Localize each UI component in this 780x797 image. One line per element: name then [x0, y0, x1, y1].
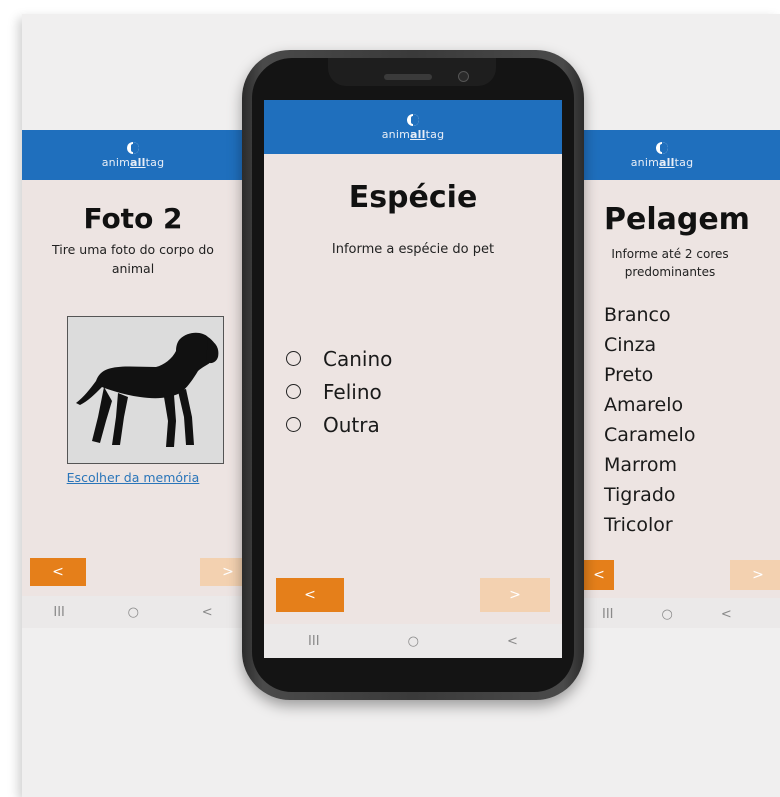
- page-subtitle: Informe até 2 cores predominantes: [611, 247, 729, 279]
- color-option[interactable]: Amarelo: [604, 390, 695, 420]
- screen-photo: animalltag Foto 2 Tire uma foto do corpo…: [22, 130, 244, 628]
- next-button[interactable]: >: [480, 578, 550, 612]
- phone-notch: [328, 58, 496, 86]
- logo-text: animalltag: [381, 127, 445, 141]
- color-option[interactable]: Preto: [604, 360, 695, 390]
- back-nav-icon[interactable]: <: [507, 634, 518, 649]
- page-title: Foto 2: [83, 202, 183, 235]
- page-subtitle: Tire uma foto do corpo do animal: [52, 242, 214, 276]
- page-title: Pelagem: [604, 202, 750, 237]
- option-label: Canino: [323, 346, 393, 371]
- species-option-felino[interactable]: Felino: [286, 375, 392, 408]
- back-button[interactable]: <: [30, 558, 86, 586]
- home-icon[interactable]: ○: [662, 607, 673, 622]
- color-option[interactable]: Tigrado: [604, 480, 695, 510]
- logo-text: animalltag: [630, 155, 694, 169]
- screen-coat: animalltag Pelagem Informe até 2 cores p…: [584, 130, 780, 628]
- photo-preview[interactable]: [67, 316, 224, 464]
- choose-from-memory-link[interactable]: Escolher da memória: [22, 470, 244, 485]
- radio-button[interactable]: [286, 417, 301, 432]
- home-icon[interactable]: ○: [408, 634, 419, 649]
- page-subtitle: Informe a espécie do pet: [331, 242, 495, 257]
- color-option[interactable]: Branco: [604, 300, 695, 330]
- logo-icon: [407, 113, 419, 126]
- page-title: Espécie: [348, 180, 478, 215]
- back-button[interactable]: <: [276, 578, 344, 612]
- recents-icon[interactable]: III: [602, 607, 614, 622]
- logo-icon: [656, 141, 668, 154]
- option-label: Outra: [323, 412, 380, 437]
- system-nav-bar: III ○ <: [584, 598, 780, 628]
- radio-button[interactable]: [286, 384, 301, 399]
- app-bar: animalltag: [22, 130, 244, 180]
- screen-species: animalltag Espécie Informe a espécie do …: [264, 100, 562, 658]
- app-bar: animalltag: [264, 100, 562, 154]
- option-label: Felino: [323, 379, 382, 404]
- recents-icon[interactable]: III: [308, 634, 320, 649]
- logo-text: animalltag: [101, 155, 165, 169]
- back-nav-icon[interactable]: <: [202, 605, 213, 620]
- camera-icon: [458, 71, 469, 82]
- earpiece-icon: [384, 74, 432, 80]
- recents-icon[interactable]: III: [53, 605, 65, 620]
- home-icon[interactable]: ○: [128, 605, 139, 620]
- next-button[interactable]: >: [200, 558, 244, 586]
- color-list: Branco Cinza Preto Amarelo Caramelo Marr…: [604, 300, 695, 540]
- system-nav-bar: III ○ <: [22, 596, 244, 628]
- color-option[interactable]: Marrom: [604, 450, 695, 480]
- color-option[interactable]: Caramelo: [604, 420, 695, 450]
- app-bar: animalltag: [584, 130, 780, 180]
- system-nav-bar: III ○ <: [264, 624, 562, 658]
- species-option-canino[interactable]: Canino: [286, 342, 392, 375]
- back-nav-icon[interactable]: <: [721, 607, 732, 622]
- color-option[interactable]: Tricolor: [604, 510, 695, 540]
- back-button[interactable]: <: [584, 560, 614, 590]
- dog-silhouette-icon: [76, 332, 219, 447]
- species-options: Canino Felino Outra: [286, 342, 392, 441]
- color-option[interactable]: Cinza: [604, 330, 695, 360]
- radio-button[interactable]: [286, 351, 301, 366]
- logo-icon: [127, 141, 139, 154]
- species-option-outra[interactable]: Outra: [286, 408, 392, 441]
- next-button[interactable]: >: [730, 560, 780, 590]
